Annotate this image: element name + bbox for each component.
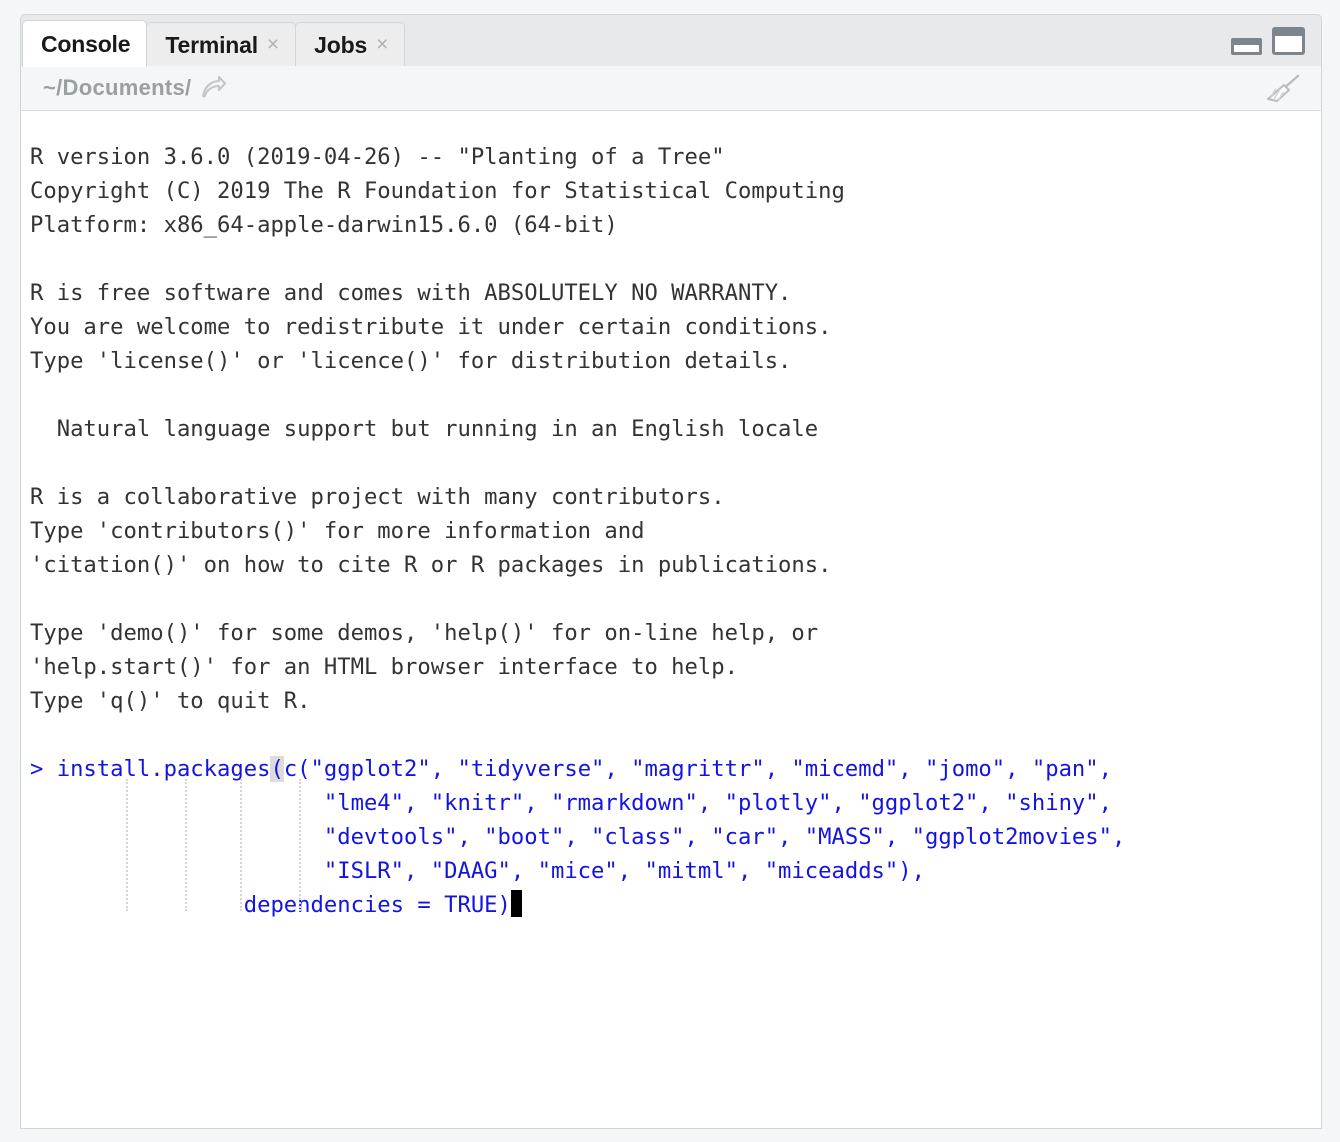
window-controls	[1231, 27, 1305, 55]
console-line: R version 3.6.0 (2019-04-26) -- "Plantin…	[30, 144, 725, 170]
tab-terminal[interactable]: Terminal ×	[146, 22, 297, 67]
rstudio-console-pane: Console Terminal × Jobs × ~/Documents/ R…	[20, 14, 1322, 1132]
console-line: Type 'license()' or 'licence()' for dist…	[30, 348, 792, 374]
command-argument: dependencies = TRUE)	[30, 892, 511, 918]
maximize-pane-icon[interactable]	[1272, 27, 1305, 55]
tab-console-label: Console	[41, 30, 131, 57]
close-icon[interactable]: ×	[267, 34, 279, 55]
console-line: Type 'q()' to quit R.	[30, 688, 311, 714]
tab-jobs[interactable]: Jobs ×	[295, 22, 406, 67]
console-line: 'help.start()' for an HTML browser inter…	[30, 654, 738, 680]
console-line: Type 'contributors()' for more informati…	[30, 518, 645, 544]
clear-console-broom-icon[interactable]	[1263, 73, 1303, 110]
console-line: R is a collaborative project with many c…	[30, 484, 725, 510]
console-line: You are welcome to redistribute it under…	[30, 314, 832, 340]
tab-console[interactable]: Console	[22, 20, 148, 67]
tab-jobs-label: Jobs	[314, 31, 368, 58]
tab-list: Console Terminal × Jobs ×	[22, 15, 406, 67]
console-command-line[interactable]: > install.packages(c("ggplot2", "tidyver…	[30, 752, 1321, 786]
working-directory-bar: ~/Documents/	[20, 66, 1322, 111]
text-cursor	[510, 890, 522, 917]
close-icon[interactable]: ×	[376, 34, 388, 55]
curved-arrow-icon[interactable]	[200, 76, 227, 100]
console-output-area[interactable]: R version 3.6.0 (2019-04-26) -- "Plantin…	[20, 111, 1322, 1129]
minimize-pane-icon[interactable]	[1231, 38, 1262, 55]
command-prefix: > install.packages	[30, 756, 271, 782]
working-directory-path[interactable]: ~/Documents/	[43, 75, 191, 101]
console-line: R is free software and comes with ABSOLU…	[30, 280, 792, 306]
console-command-line[interactable]: dependencies = TRUE)	[30, 888, 1321, 922]
console-line: Natural language support but running in …	[30, 416, 819, 442]
console-line: 'citation()' on how to cite R or R packa…	[30, 552, 832, 578]
console-text: R version 3.6.0 (2019-04-26) -- "Plantin…	[21, 111, 1321, 922]
command-rest: c("ggplot2", "tidyverse", "magrittr", "m…	[283, 756, 1113, 782]
pane-tabbar: Console Terminal × Jobs ×	[20, 14, 1322, 67]
tab-terminal-label: Terminal	[165, 31, 258, 58]
console-line: Type 'demo()' for some demos, 'help()' f…	[30, 620, 819, 646]
console-command-line[interactable]: "lme4", "knitr", "rmarkdown", "plotly", …	[30, 786, 1321, 820]
console-command-line[interactable]: "ISLR", "DAAG", "mice", "mitml", "micead…	[30, 854, 1321, 888]
matched-paren-highlight: (	[270, 756, 284, 782]
console-command-line[interactable]: "devtools", "boot", "class", "car", "MAS…	[30, 820, 1321, 854]
console-line: Copyright (C) 2019 The R Foundation for …	[30, 178, 845, 204]
console-line: Platform: x86_64-apple-darwin15.6.0 (64-…	[30, 212, 618, 238]
